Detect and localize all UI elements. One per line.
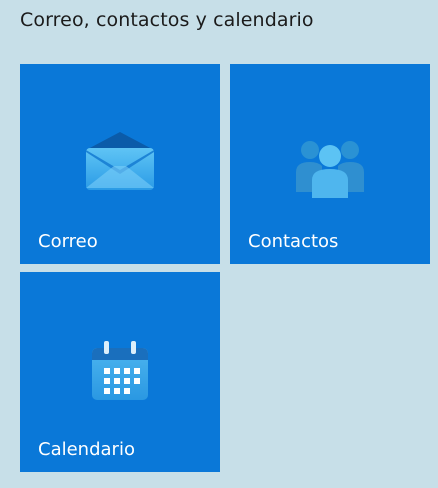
mail-icon (86, 132, 154, 190)
group-title: Correo, contactos y calendario (20, 9, 314, 31)
contacts-tile[interactable]: Contactos (230, 64, 430, 264)
calendar-tile-label: Calendario (38, 439, 135, 460)
contacts-tile-label: Contactos (248, 231, 339, 252)
contacts-icon (296, 141, 364, 198)
calendar-tile[interactable]: Calendario (20, 272, 220, 472)
mail-tile[interactable]: Correo (20, 64, 220, 264)
start-menu-group: Correo, contactos y calendario Correo Co… (0, 0, 438, 488)
calendar-icon (92, 341, 148, 400)
mail-tile-label: Correo (38, 231, 98, 252)
